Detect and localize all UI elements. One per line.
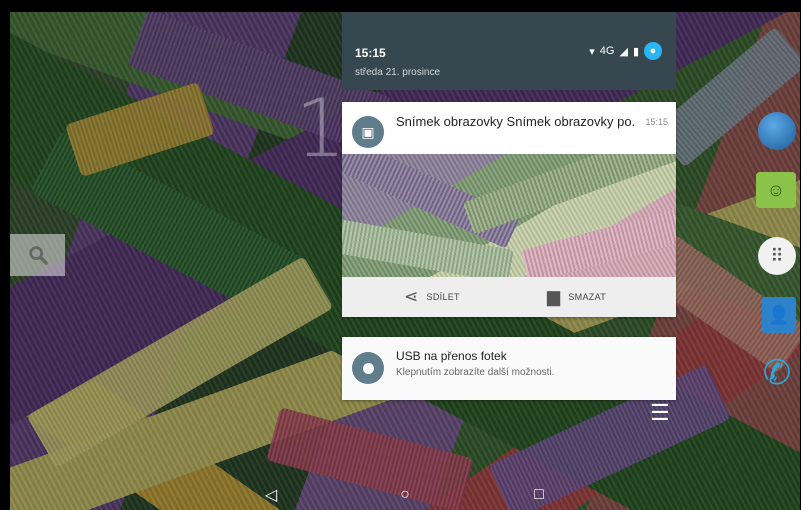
battery-icon: ▮ — [632, 45, 639, 58]
phone-icon[interactable]: ✆ — [758, 354, 796, 392]
share-label: SDÍLET — [426, 292, 460, 302]
search-icon — [28, 246, 48, 265]
notification-shade: 15:15 středa 21. prosince ▾ 4G ◢ ▮ ● ▣ S… — [342, 12, 676, 400]
clear-all-icon[interactable]: ☰ — [650, 400, 670, 426]
status-header[interactable]: 15:15 středa 21. prosince ▾ 4G ◢ ▮ ● — [342, 12, 676, 90]
back-icon[interactable]: ◁ — [249, 485, 293, 505]
notification-actions: ⋖ SDÍLET ▆ SMAZAT — [342, 277, 676, 317]
wifi-icon: ▾ — [589, 45, 595, 58]
status-date: středa 21. prosince — [355, 67, 441, 78]
notification-title: Snímek obrazovky Snímek obrazovky po... — [396, 114, 634, 129]
home-icon[interactable]: ○ — [383, 486, 427, 504]
usb-title: USB na přenos fotek — [396, 349, 507, 363]
android-screen: 1 ☺ ⠿ 👤 ✆ ☰ 15:15 středa 21. prosince ▾ … — [10, 12, 800, 510]
usb-text: Klepnutím zobrazíte další možnosti. — [396, 367, 555, 378]
delete-button[interactable]: ▆ SMAZAT — [547, 277, 606, 317]
usb-notification[interactable]: USB na přenos fotek Klepnutím zobrazíte … — [342, 337, 676, 400]
status-icons: ▾ 4G ◢ ▮ ● — [589, 42, 662, 60]
notification-header[interactable]: ▣ Snímek obrazovky Snímek obrazovky po..… — [342, 102, 676, 154]
search-widget[interactable] — [10, 234, 65, 276]
navigation-bar: ◁ ○ □ — [10, 480, 800, 510]
signal-icon: ◢ — [619, 45, 628, 58]
contacts-icon[interactable]: 👤 — [762, 297, 796, 333]
recents-icon[interactable]: □ — [517, 486, 561, 504]
status-time: 15:15 — [355, 46, 386, 60]
share-icon: ⋖ — [404, 287, 419, 306]
account-icon[interactable]: ● — [644, 42, 662, 60]
notification-time: 15:15 — [645, 117, 668, 127]
share-button[interactable]: ⋖ SDÍLET — [404, 277, 460, 317]
screenshot-notification[interactable]: ▣ Snímek obrazovky Snímek obrazovky po..… — [342, 102, 676, 317]
app-drawer-icon[interactable]: ⠿ — [758, 237, 796, 275]
android-icon[interactable]: ☺ — [756, 172, 796, 208]
screenshot-icon: ▣ — [352, 116, 384, 148]
trash-icon: ▆ — [547, 287, 561, 306]
screenshot-preview[interactable] — [342, 154, 676, 277]
browser-icon[interactable] — [758, 112, 796, 150]
home-clock-digit: 1 — [295, 82, 346, 175]
network-type: 4G — [599, 45, 615, 57]
usb-icon — [352, 352, 384, 384]
delete-label: SMAZAT — [568, 292, 607, 302]
